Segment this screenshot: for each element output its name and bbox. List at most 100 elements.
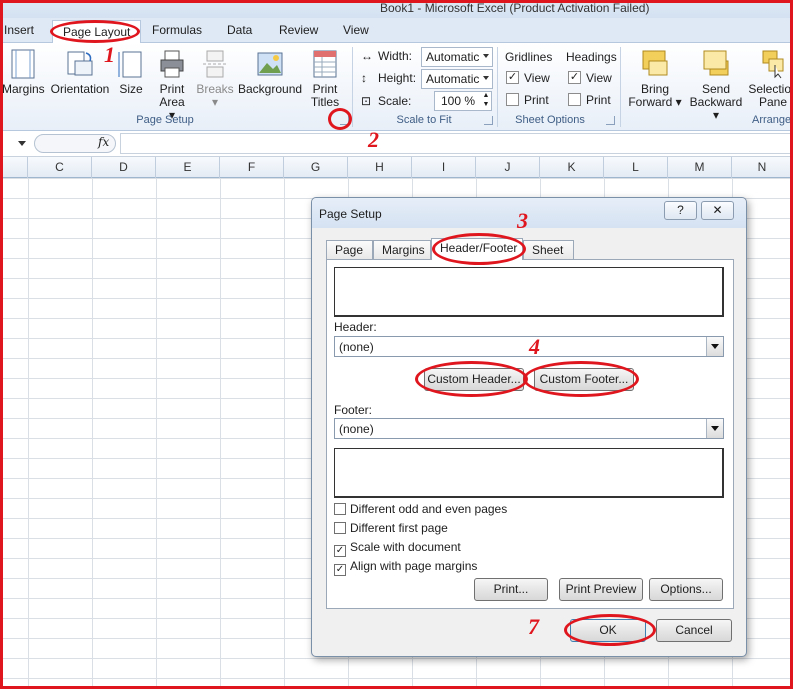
column-header-m[interactable]: M (668, 157, 732, 178)
column-header-h[interactable]: H (348, 157, 412, 178)
name-box-dropdown-icon[interactable] (18, 141, 26, 146)
sheet-options-launcher[interactable] (606, 116, 615, 125)
tab-formulas[interactable]: Formulas (152, 23, 202, 37)
breaks-label: Breaks (196, 82, 234, 96)
margins-label: Margins (2, 82, 45, 96)
background-button[interactable]: Background (238, 49, 302, 96)
width-value: Automatic (426, 50, 480, 64)
selection-pane-label-1: Selection (748, 82, 793, 96)
orientation-icon (67, 51, 93, 76)
background-label: Background (238, 82, 303, 96)
headings-view-checkbox[interactable]: ✓ (568, 71, 581, 84)
headings-print-checkbox[interactable] (568, 93, 581, 106)
close-button[interactable]: ✕ (701, 201, 734, 220)
print-area-button[interactable]: Print Area ▾ (155, 49, 189, 122)
column-header-d[interactable]: D (92, 157, 156, 178)
column-header-n[interactable]: N (732, 157, 793, 178)
column-header-g[interactable]: G (284, 157, 348, 178)
align-margins-option[interactable]: ✓ Align with page margins (334, 559, 477, 576)
chevron-down-icon: ▾ (712, 108, 720, 122)
insert-function-icon[interactable]: fx (98, 135, 109, 149)
send-backward-label-1: Send (701, 82, 731, 96)
gridlines-view-label: View (524, 71, 550, 85)
ok-button[interactable]: OK (570, 619, 646, 642)
column-header-f[interactable]: F (220, 157, 284, 178)
chevron-down-icon: ▾ (211, 95, 219, 109)
column-header-e[interactable]: E (156, 157, 220, 178)
chevron-down-icon: ▾ (672, 95, 682, 109)
group-separator (620, 47, 621, 127)
margins-button[interactable]: Margins (2, 49, 45, 96)
bring-forward-label-1: Bring (640, 82, 669, 96)
send-backward-icon (703, 50, 729, 76)
print-button[interactable]: Print... (474, 578, 548, 601)
scale-with-document-checkbox[interactable]: ✓ (334, 545, 346, 557)
height-value: Automatic (426, 72, 480, 86)
custom-header-button[interactable]: Custom Header... (424, 368, 524, 391)
first-page-option[interactable]: Different first page (334, 521, 448, 535)
column-header-k[interactable]: K (540, 157, 604, 178)
chevron-down-icon (483, 54, 489, 58)
tab-margins[interactable]: Margins (373, 240, 431, 259)
scale-with-document-option[interactable]: ✓ Scale with document (334, 540, 461, 557)
print-titles-button[interactable]: Print Titles (306, 49, 344, 109)
odd-even-option[interactable]: Different odd and even pages (334, 502, 507, 516)
grid-line (220, 178, 221, 689)
tab-review[interactable]: Review (279, 23, 318, 37)
orientation-button[interactable]: Orientation (48, 49, 112, 96)
custom-footer-button[interactable]: Custom Footer... (534, 368, 634, 391)
selection-pane-button[interactable]: Selection Pane (748, 49, 793, 109)
column-header-l[interactable]: L (604, 157, 668, 178)
size-button[interactable]: Size (116, 49, 146, 96)
odd-even-label: Different odd and even pages (350, 502, 508, 516)
formula-input[interactable] (120, 133, 793, 154)
size-icon (118, 51, 142, 78)
annotation-step-2: 2 (368, 127, 379, 152)
scale-spinner[interactable]: ▲ ▼ (480, 91, 492, 111)
column-header-j[interactable]: J (476, 157, 540, 178)
scale-with-document-label: Scale with document (350, 540, 461, 554)
tab-sheet[interactable]: Sheet (523, 240, 574, 259)
odd-even-checkbox[interactable] (334, 503, 346, 515)
ribbon: Margins Orientation Size Print Area ▾ Br… (0, 43, 793, 131)
send-backward-button[interactable]: Send Backward ▾ (686, 49, 746, 122)
footer-select[interactable]: (none) (334, 418, 724, 439)
tab-page[interactable]: Page (326, 240, 373, 259)
scale-to-fit-launcher[interactable] (484, 116, 493, 125)
orientation-label: Orientation (50, 82, 110, 96)
gridlines-view-checkbox[interactable]: ✓ (506, 71, 519, 84)
breaks-button[interactable]: Breaks ▾ (196, 49, 234, 109)
column-header-i[interactable]: I (412, 157, 476, 178)
height-icon: ↕ (361, 71, 367, 85)
options-button[interactable]: Options... (649, 578, 723, 601)
grid-line (92, 178, 93, 689)
group-separator (352, 47, 353, 127)
align-margins-checkbox[interactable]: ✓ (334, 564, 346, 576)
send-backward-label-2: Backward (689, 95, 743, 109)
help-button[interactable]: ? (664, 201, 697, 220)
gridlines-print-checkbox[interactable] (506, 93, 519, 106)
cancel-button[interactable]: Cancel (656, 619, 732, 642)
tab-insert[interactable]: Insert (4, 23, 34, 37)
chevron-down-icon (706, 419, 723, 438)
column-headers: C D E F G H I J K L M N (0, 157, 793, 178)
tab-header-footer[interactable]: Header/Footer (431, 238, 523, 260)
column-header-c[interactable]: C (28, 157, 92, 178)
bring-forward-icon (642, 50, 668, 76)
first-page-checkbox[interactable] (334, 522, 346, 534)
annotation-step-4: 4 (529, 334, 540, 359)
footer-value: (none) (339, 422, 374, 436)
headings-heading: Headings (566, 50, 617, 64)
dialog-title: Page Setup (319, 207, 382, 221)
bring-forward-button[interactable]: Bring Forward ▾ (626, 49, 684, 109)
page-setup-dialog-launcher[interactable] (340, 116, 349, 125)
tab-data[interactable]: Data (227, 23, 252, 37)
tab-page-layout[interactable]: Page Layout (52, 20, 142, 44)
height-select[interactable]: Automatic (421, 69, 493, 89)
width-select[interactable]: Automatic (421, 47, 493, 67)
tab-view[interactable]: View (343, 23, 369, 37)
selection-pane-label-2: Pane (758, 95, 788, 109)
grid-line (28, 178, 29, 689)
print-preview-button[interactable]: Print Preview (559, 578, 643, 601)
footer-preview (334, 448, 724, 498)
